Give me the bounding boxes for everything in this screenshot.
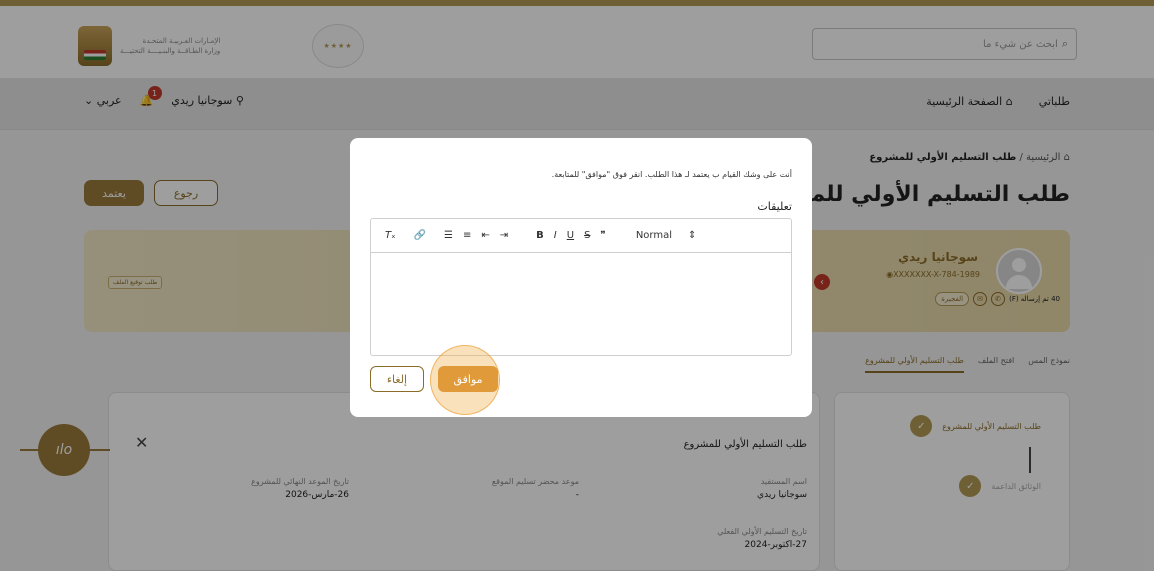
- bold-icon[interactable]: B: [536, 230, 544, 241]
- editor-textarea[interactable]: [371, 253, 791, 355]
- cancel-button[interactable]: إلغاء: [370, 366, 424, 392]
- link-icon[interactable]: 🔗: [414, 230, 426, 241]
- quote-icon[interactable]: ❞: [600, 230, 605, 241]
- indent-icon[interactable]: ⇤: [481, 230, 489, 241]
- strike-icon[interactable]: S: [584, 230, 590, 241]
- bullet-list-icon[interactable]: ≡: [463, 230, 471, 241]
- comments-editor: Tₓ 🔗 ☰ ≡ ⇤ ⇥ B I U S ❞ Normal ⇕: [370, 218, 792, 356]
- comments-label: تعليقات: [757, 200, 792, 213]
- outdent-icon[interactable]: ⇥: [500, 230, 508, 241]
- ordered-list-icon[interactable]: ☰: [444, 230, 453, 241]
- clear-format-icon[interactable]: Tₓ: [385, 230, 396, 241]
- ok-button[interactable]: موافق: [438, 366, 498, 392]
- dialog-message: أنت على وشك القيام ب يعتمد لـ هذا الطلب.…: [551, 170, 792, 179]
- format-select[interactable]: Normal ⇕: [636, 230, 697, 241]
- underline-icon[interactable]: U: [567, 230, 574, 241]
- editor-toolbar: Tₓ 🔗 ☰ ≡ ⇤ ⇥ B I U S ❞ Normal ⇕: [371, 219, 791, 253]
- confirm-dialog: أنت على وشك القيام ب يعتمد لـ هذا الطلب.…: [350, 138, 812, 417]
- updown-icon: ⇕: [688, 230, 697, 241]
- italic-icon[interactable]: I: [554, 230, 557, 241]
